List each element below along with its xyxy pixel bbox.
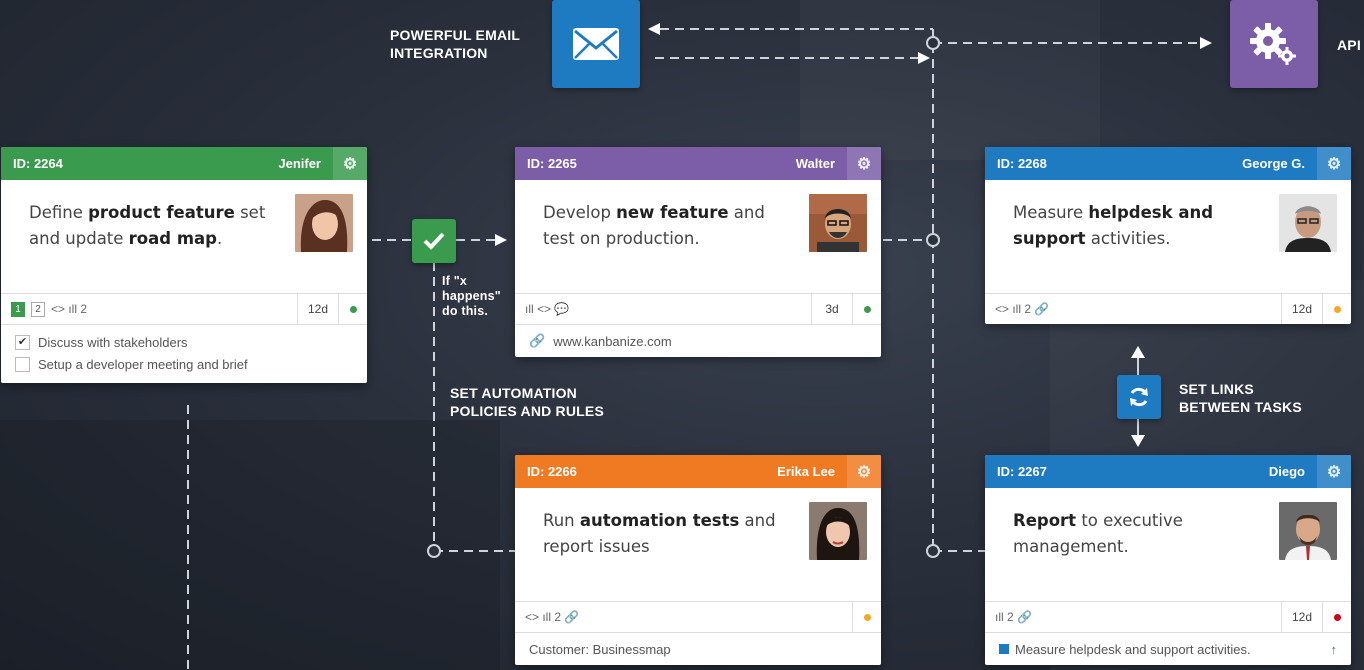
automation-policies-label: SET AUTOMATION POLICIES AND RULES <box>450 385 604 419</box>
card-header: ID: 2266 Erika Lee ⚙ <box>515 455 881 488</box>
card-owner: Jenifer <box>278 156 321 171</box>
linked-task-row[interactable]: Measure helpdesk and support activities.… <box>985 632 1351 665</box>
checklist-item[interactable]: ✔ Discuss with stakeholders <box>15 331 188 353</box>
checklist: ✔ Discuss with stakeholders Setup a devel… <box>1 324 367 383</box>
card-footer-icons: ıll <> 💬 <box>525 302 570 316</box>
refresh-link-icon <box>1130 387 1148 407</box>
card-footer-icons: <> ıll 2 🔗 <box>995 302 1050 316</box>
status-dot <box>852 602 881 632</box>
avatar <box>295 194 353 252</box>
card-owner: George G. <box>1242 156 1305 171</box>
checkbox[interactable]: ✔ <box>15 334 30 350</box>
card-title: Define product feature set and update ro… <box>29 203 266 248</box>
status-dot <box>1322 294 1351 324</box>
card-header: ID: 2267 Diego ⚙ <box>985 455 1351 488</box>
card-id: ID: 2266 <box>527 464 577 479</box>
condition-label: If "x happens" do this. <box>442 274 501 318</box>
gear-icon[interactable]: ⚙ <box>333 147 367 180</box>
task-card-2264[interactable]: ID: 2264 Jenifer ⚙ Define product featur… <box>1 147 367 383</box>
task-card-2265[interactable]: ID: 2265 Walter ⚙ Develop new feature an… <box>515 147 881 357</box>
gear-icon[interactable]: ⚙ <box>847 147 881 180</box>
card-id: ID: 2264 <box>13 156 63 171</box>
gear-icon[interactable]: ⚙ <box>847 455 881 488</box>
task-card-2268[interactable]: ID: 2268 George G. ⚙ Measure helpdesk an… <box>985 147 1351 324</box>
card-title: Develop new feature and test on producti… <box>543 203 765 248</box>
card-age: 12d <box>1281 602 1322 632</box>
card-owner: Erika Lee <box>777 464 835 479</box>
card-header: ID: 2268 George G. ⚙ <box>985 147 1351 180</box>
avatar <box>809 194 867 252</box>
avatar <box>1279 502 1337 560</box>
checkbox[interactable] <box>15 356 30 372</box>
card-link[interactable]: www.kanbanize.com <box>553 334 672 349</box>
card-header: ID: 2264 Jenifer ⚙ <box>1 147 367 180</box>
card-link-row: 🔗 www.kanbanize.com <box>515 324 881 357</box>
status-dot <box>338 294 367 324</box>
avatar <box>809 502 867 560</box>
task-card-2266[interactable]: ID: 2266 Erika Lee ⚙ Run automation test… <box>515 455 881 665</box>
arrow-up-icon[interactable]: ↑ <box>1331 642 1338 657</box>
card-header: ID: 2265 Walter ⚙ <box>515 147 881 180</box>
subtask-badge[interactable]: 1 <box>11 301 25 317</box>
envelope-icon <box>573 28 619 60</box>
gears-icon <box>1250 23 1296 65</box>
card-id: ID: 2268 <box>997 156 1047 171</box>
status-dot <box>1322 602 1351 632</box>
card-age: 12d <box>297 294 338 324</box>
task-link-button[interactable] <box>1117 375 1161 419</box>
set-links-label: SET LINKS BETWEEN TASKS <box>1179 381 1302 415</box>
card-footer-icons: 1 2 <> ıll 2 <box>1 301 297 317</box>
automation-rule-button[interactable] <box>412 219 456 263</box>
avatar <box>1279 194 1337 252</box>
card-title: Measure helpdesk and support activities. <box>1013 203 1214 248</box>
card-footer-icons: ıll 2 🔗 <box>995 610 1032 624</box>
status-dot <box>852 294 881 324</box>
api-button[interactable] <box>1230 0 1318 88</box>
card-age: 3d <box>811 294 852 324</box>
card-owner: Walter <box>795 156 835 171</box>
card-footer-icons: <> ıll 2 🔗 <box>525 610 580 624</box>
card-id: ID: 2267 <box>997 464 1047 479</box>
link-icon: 🔗 <box>529 333 546 348</box>
email-integration-label: POWERFUL EMAIL INTEGRATION <box>390 27 521 61</box>
card-age: 12d <box>1281 294 1322 324</box>
card-customer-row: Customer: Businessmap <box>515 632 881 665</box>
email-integration-button[interactable] <box>552 0 640 88</box>
gear-icon[interactable]: ⚙ <box>1317 147 1351 180</box>
linked-task-text: Measure helpdesk and support activities. <box>1015 641 1251 657</box>
card-title: Run automation tests and report issues <box>543 511 776 556</box>
api-label: API <box>1337 37 1361 53</box>
subtask-badge[interactable]: 2 <box>31 301 45 317</box>
gear-icon[interactable]: ⚙ <box>1317 455 1351 488</box>
checkmark-icon <box>423 232 445 250</box>
card-owner: Diego <box>1268 464 1305 479</box>
card-title: Report to executive management. <box>1013 511 1183 556</box>
task-card-2267[interactable]: ID: 2267 Diego ⚙ Report to executive man… <box>985 455 1351 665</box>
linked-task-square-icon <box>999 644 1009 654</box>
card-id: ID: 2265 <box>527 156 577 171</box>
checklist-item[interactable]: Setup a developer meeting and brief <box>15 353 248 375</box>
